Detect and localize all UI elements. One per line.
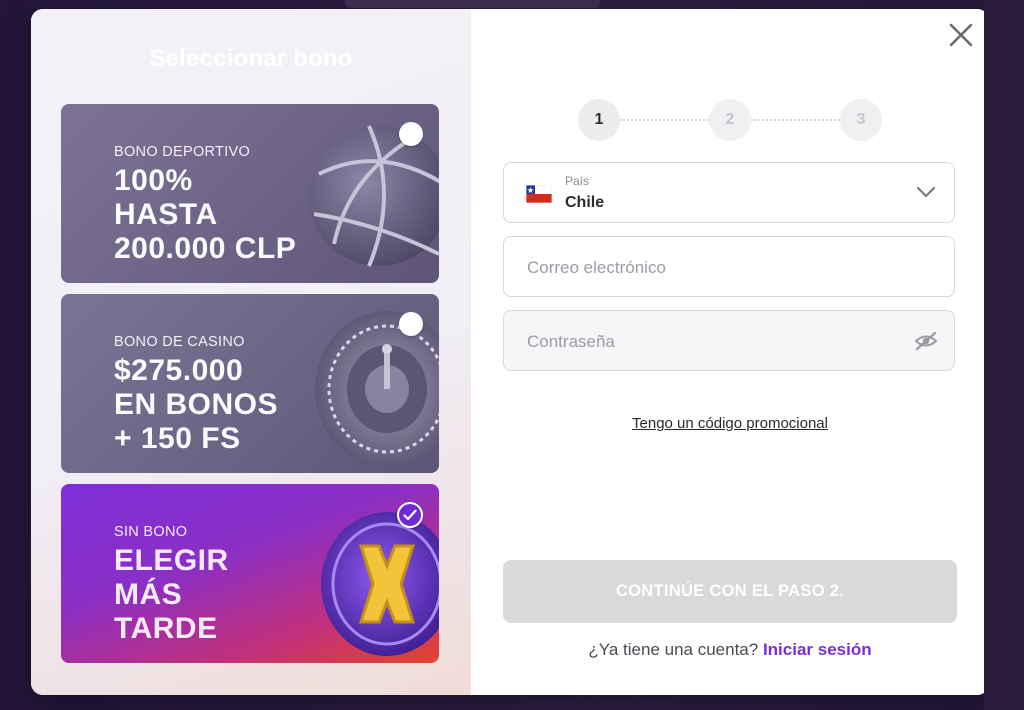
email-field[interactable] (525, 237, 909, 298)
headline-line: MÁS (114, 578, 183, 611)
backdrop-bar (345, 0, 600, 8)
bonus-card-headline: 100% HASTA 200.000 CLP (114, 164, 374, 266)
country-value: Chile (565, 194, 605, 211)
bonus-card-none[interactable]: SIN BONO ELEGIR MÁS TARDE (61, 484, 439, 663)
headline-line: HASTA (114, 198, 218, 231)
continue-step-2-button[interactable]: CONTINÚE CON EL PASO 2. (503, 560, 957, 623)
login-link[interactable]: Iniciar sesión (763, 640, 872, 659)
stepper: 1 2 3 (578, 99, 882, 141)
login-prompt-text: ¿Ya tiene una cuenta? (588, 640, 759, 659)
bonus-card-kicker: BONO DEPORTIVO (114, 144, 251, 160)
password-field-wrapper (503, 310, 955, 372)
headline-line: 200.000 CLP (114, 232, 297, 265)
country-label: País (565, 174, 590, 188)
step-connector (751, 119, 840, 121)
headline-line: TARDE (114, 612, 218, 645)
bonus-panel-title: Seleccionar bono (149, 45, 353, 72)
password-field[interactable] (525, 311, 909, 372)
backdrop-edge (984, 0, 1024, 710)
promo-code-link[interactable]: Tengo un código promocional (471, 415, 989, 432)
chevron-down-icon (916, 186, 936, 198)
bonus-card-kicker: BONO DE CASINO (114, 334, 245, 350)
bonus-panel: Seleccionar bono BONO DEPORTIVO 100% HAS… (31, 9, 471, 695)
headline-line: $275.000 (114, 354, 244, 387)
step-2: 2 (709, 99, 751, 141)
bonus-card-headline: $275.000 EN BONOS + 150 FS (114, 354, 374, 456)
country-select[interactable]: País Chile (503, 162, 955, 223)
bonus-radio-casino[interactable] (399, 312, 423, 336)
bonus-card-sport[interactable]: BONO DEPORTIVO 100% HASTA 200.000 CLP (61, 104, 439, 283)
bonus-radio-none[interactable] (397, 502, 423, 528)
bonus-card-headline: ELEGIR MÁS TARDE (114, 544, 374, 646)
step-connector (620, 119, 709, 121)
login-prompt-row: ¿Ya tiene una cuenta? Iniciar sesión (471, 640, 989, 660)
bonus-card-casino[interactable]: BONO DE CASINO $275.000 EN BONOS + 150 F… (61, 294, 439, 473)
step-3: 3 (840, 99, 882, 141)
headline-line: EN BONOS (114, 388, 279, 421)
chile-flag-icon (526, 185, 552, 203)
eye-off-icon[interactable] (914, 331, 938, 351)
checkmark-icon (403, 509, 417, 521)
close-icon[interactable] (947, 21, 975, 49)
bonus-radio-sport[interactable] (399, 122, 423, 146)
headline-line: ELEGIR (114, 544, 229, 577)
headline-line: 100% (114, 164, 193, 197)
registration-modal: Seleccionar bono BONO DEPORTIVO 100% HAS… (31, 9, 989, 695)
bonus-card-kicker: SIN BONO (114, 524, 188, 540)
email-field-wrapper (503, 236, 955, 298)
registration-form-panel: 1 2 3 País Chile Correo electrónico Teng… (471, 9, 989, 695)
headline-line: + 150 FS (114, 422, 241, 455)
step-1: 1 (578, 99, 620, 141)
